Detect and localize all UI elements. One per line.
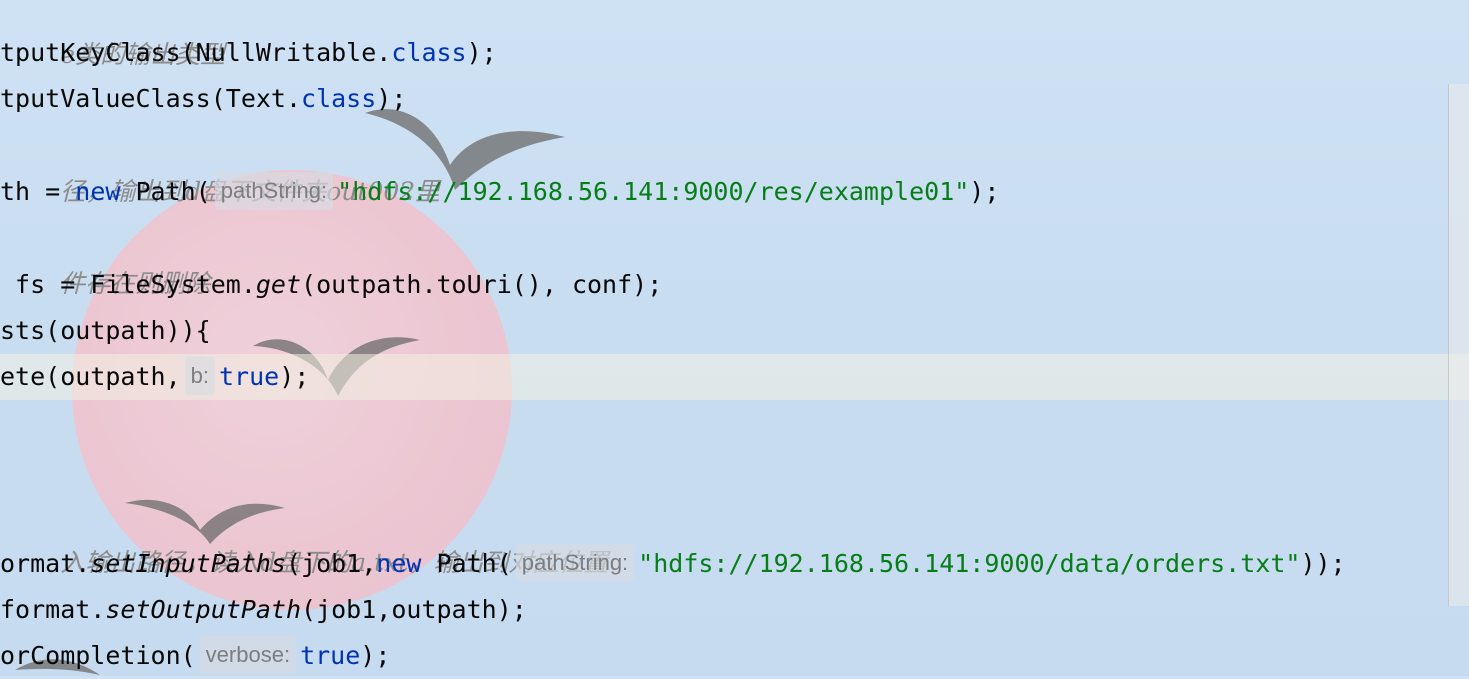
code-line[interactable]: th = new Path(pathString: "hdfs://192.168…	[0, 169, 999, 215]
code-text: );	[466, 38, 497, 67]
method-call: setOutputPath	[105, 595, 302, 624]
parameter-hint: b:	[184, 357, 215, 395]
code-text: sts(outpath)){	[0, 316, 211, 345]
code-line[interactable]: tputValueClass(Text.class);	[0, 76, 406, 122]
code-text: ormat.	[0, 549, 91, 578]
code-line[interactable]: 件存在则删除	[0, 215, 210, 298]
code-line[interactable]: e类的输出类型	[0, 0, 225, 69]
code-line[interactable]: sts(outpath)){	[0, 308, 211, 354]
code-line[interactable]: fs = FileSystem.get(outpath.toUri(), con…	[0, 262, 662, 308]
code-editor[interactable]: e类的输出类型 tputKeyClass(NullWritable.class)…	[0, 0, 1469, 676]
method-call: setInputPaths	[90, 549, 286, 578]
code-line[interactable]: orCompletion(verbose: true);	[0, 633, 390, 679]
keyword-token: new	[376, 549, 422, 578]
code-text: ete(outpath,	[0, 362, 181, 391]
code-text: th =	[0, 177, 76, 206]
code-text: Path(	[120, 177, 211, 206]
code-text: );	[279, 362, 310, 391]
code-text: fs = FileSystem.	[0, 270, 256, 299]
keyword-token: true	[218, 362, 280, 391]
code-line-current[interactable]: ete(outpath, b: true);	[0, 354, 1469, 400]
keyword-token: class	[391, 38, 467, 67]
code-text: Path(	[421, 549, 512, 578]
vertical-scrollbar[interactable]	[1448, 84, 1469, 606]
code-text: );	[360, 641, 391, 670]
code-text: ));	[1300, 549, 1346, 578]
code-line[interactable]: tputKeyClass(NullWritable.class);	[0, 30, 497, 76]
code-text: (outpath.toUri(), conf);	[301, 270, 663, 299]
method-call: get	[255, 270, 302, 299]
parameter-hint: verbose:	[199, 636, 297, 674]
string-literal: "hdfs://192.168.56.141:9000/data/orders.…	[638, 549, 1301, 578]
code-line[interactable]: ormat.setInputPaths(job1,new Path(pathSt…	[0, 541, 1346, 587]
code-text: tputKeyClass(NullWritable.	[0, 38, 392, 67]
code-text: format.	[0, 595, 106, 624]
code-line[interactable]: 径，输出到d盘下文件夹out002里	[0, 123, 440, 206]
code-text: tputValueClass(Text.	[0, 84, 302, 113]
string-literal: "hdfs://192.168.56.141:9000/res/example0…	[337, 177, 970, 206]
code-text: (job1,outpath);	[301, 595, 527, 624]
parameter-hint: pathString:	[214, 172, 334, 210]
code-line[interactable]: 入输出路径，读入d盘下的a.txt，输出到对应位置	[0, 494, 608, 577]
code-text: (job1,	[285, 549, 377, 578]
code-text: orCompletion(	[0, 641, 196, 670]
parameter-hint: pathString:	[515, 544, 635, 582]
code-line[interactable]: format.setOutputPath(job1,outpath);	[0, 587, 527, 633]
code-text: );	[376, 84, 407, 113]
keyword-token: new	[75, 177, 121, 206]
keyword-token: true	[300, 641, 361, 670]
code-text: );	[969, 177, 1000, 206]
keyword-token: class	[301, 84, 377, 113]
